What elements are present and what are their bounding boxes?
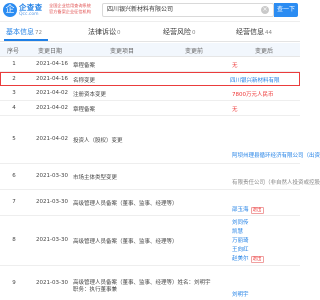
table-header: 序号 变更日期 变更项目 变更前 变更后 <box>0 43 300 57</box>
active-tab-indicator <box>4 39 48 41</box>
clear-icon[interactable]: × <box>261 6 269 14</box>
table-row: 7 2021-03-30 高级管理人员备案（董事、监事、经理等） 邵玉海 退出 <box>0 190 300 216</box>
tab-legal[interactable]: 法律诉讼0 <box>88 27 121 37</box>
table-row: 1 2021-04-16 章程备案 无 <box>0 57 300 72</box>
person-link[interactable]: 刘同传 <box>232 219 264 228</box>
person-link[interactable]: 刘明宇 <box>232 290 249 298</box>
search-input[interactable]: 四川银兴新材料有限公司 <box>102 3 274 17</box>
table-row: 6 2021-03-30 市场主体类型变更 有限责任公司（非自然人投资或控股 <box>0 164 320 190</box>
table-row: 3 2021-04-02 注册资本变更 7800万元人民币 <box>0 86 300 101</box>
col-before: 变更前 <box>185 48 204 55</box>
table-row: 4 2021-04-02 章程备案 无 <box>0 101 300 116</box>
person-link[interactable]: 凯慧 <box>232 228 264 237</box>
person-link[interactable]: 王向红 <box>232 246 264 255</box>
tab-business[interactable]: 经营信息44 <box>236 27 272 37</box>
col-item: 变更项目 <box>110 48 135 55</box>
col-no: 序号 <box>7 48 20 55</box>
search-button[interactable]: 查一下 <box>274 3 298 17</box>
person-link[interactable]: 邵玉海 <box>232 207 249 213</box>
table-row-highlighted: 2 2021-04-16 名称变更 四川银兴新材料有限 <box>0 72 300 86</box>
person-link[interactable]: 赵美尔 <box>232 256 249 262</box>
logo-subtext: Qcc.com <box>19 12 39 17</box>
slogan: 全国企业信用查询系统 官方备案企业征信机构 <box>49 3 91 14</box>
col-date: 变更日期 <box>38 48 63 55</box>
tab-basic-info[interactable]: 基本信息72 <box>6 27 42 37</box>
exit-badge: 退出 <box>250 256 264 263</box>
tab-bar: 基本信息72 法律诉讼0 经营风险0 经营信息44 <box>0 24 300 42</box>
table-row: 5 2021-04-02 投资人（股权）变更 阿坝州理县循环经济有限公司（出资 <box>0 116 320 164</box>
person-link[interactable]: 万丽琦 <box>232 237 264 246</box>
table-row: 9 2021-03-30 高级管理人员备案（董事、监事、经理等）姓名：刘明宇 职… <box>12 280 249 298</box>
table-row: 8 2021-03-30 高级管理人员备案（董事、监事、经理等） 刘同传 凯慧 … <box>0 216 300 266</box>
col-after: 变更后 <box>255 48 274 55</box>
top-bar: 企 企查查 Qcc.com 全国企业信用查询系统 官方备案企业征信机构 四川银兴… <box>0 0 300 22</box>
tab-risk[interactable]: 经营风险0 <box>163 27 196 37</box>
logo-icon: 企 <box>3 3 17 17</box>
exit-badge: 退出 <box>250 207 264 214</box>
